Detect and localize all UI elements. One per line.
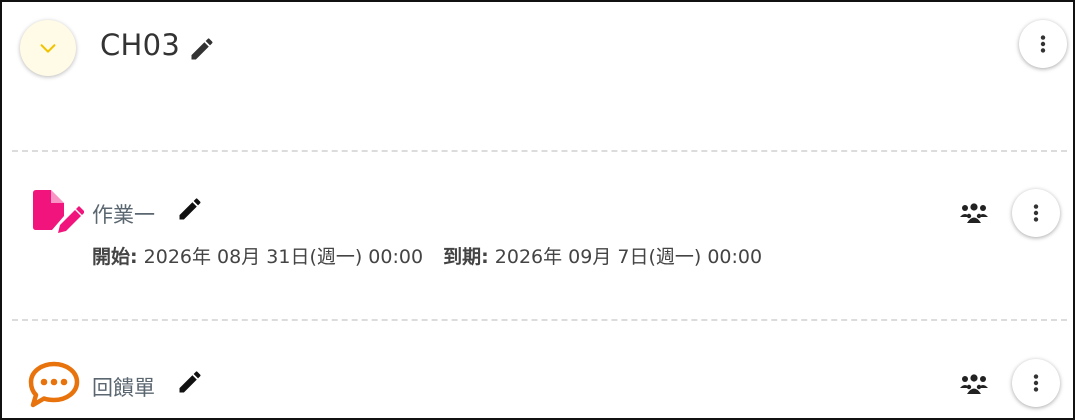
course-section-panel: CH03 作業一 開始: 2026年 08月 31日(週一) 00:00 到期:… — [0, 0, 1075, 420]
more-vertical-icon — [1033, 374, 1039, 392]
item-more-button[interactable] — [1012, 189, 1060, 237]
edit-title-pencil-icon[interactable] — [188, 35, 216, 63]
more-vertical-icon — [1033, 204, 1039, 222]
item-title[interactable]: 回饋單 — [92, 372, 155, 402]
due-value: 2026年 09月 7日(週一) 00:00 — [494, 246, 763, 268]
collapse-button[interactable] — [20, 20, 76, 76]
chat-bubble-icon — [28, 361, 80, 408]
group-icon[interactable] — [960, 373, 988, 395]
edit-pencil-icon[interactable] — [176, 368, 204, 396]
item-more-button[interactable] — [1012, 359, 1060, 407]
section-more-button[interactable] — [1019, 20, 1067, 68]
start-label: 開始: — [92, 246, 138, 268]
due-label: 到期: — [443, 246, 489, 268]
section-header: CH03 — [2, 2, 1073, 152]
section-title: CH03 — [100, 28, 181, 62]
assignment-edit-icon — [33, 190, 84, 233]
chevron-down-icon — [40, 44, 56, 53]
item-title[interactable]: 作業一 — [92, 199, 155, 229]
divider — [12, 150, 1067, 152]
item-dates: 開始: 2026年 08月 31日(週一) 00:00 到期: 2026年 09… — [92, 242, 762, 269]
start-value: 2026年 08月 31日(週一) 00:00 — [143, 246, 424, 268]
edit-pencil-icon[interactable] — [176, 195, 204, 223]
more-vertical-icon — [1040, 35, 1046, 53]
group-icon[interactable] — [960, 202, 988, 224]
divider — [12, 319, 1067, 321]
